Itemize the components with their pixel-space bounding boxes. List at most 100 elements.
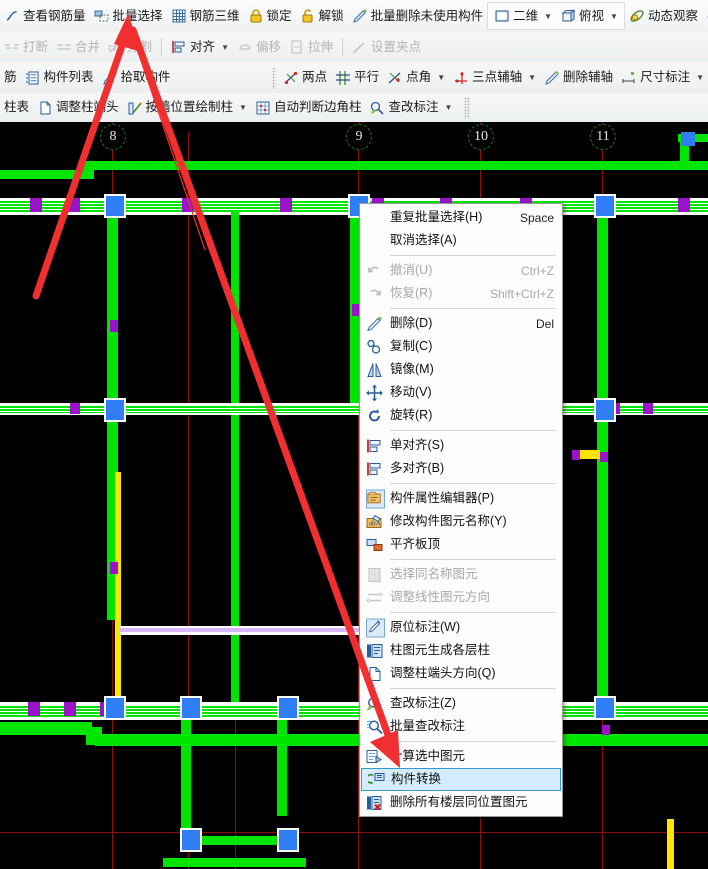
top-view-icon — [560, 8, 576, 24]
batch-select-icon — [94, 8, 110, 24]
tool-merge[interactable]: 合并 — [52, 33, 104, 61]
tool-draw-column-by-wall[interactable]: 按墙位置绘制柱 ▼ — [123, 94, 251, 122]
tool-label: 批量选择 — [112, 8, 163, 23]
wall-marker — [678, 198, 690, 212]
axis-bubble-9[interactable]: 9 — [346, 124, 372, 150]
toolbar-grip[interactable] — [271, 66, 277, 89]
menu-item-component-convert[interactable]: 构件转换 — [361, 768, 561, 791]
tool-rebar-3d[interactable]: 钢筋三维 — [167, 2, 244, 30]
menu-item-label: 柱图元生成各层柱 — [390, 643, 491, 658]
tool-batch-select[interactable]: 批量选择 — [90, 2, 167, 30]
column-fill — [279, 830, 297, 850]
menu-item-delete[interactable]: 删除(D) Del — [360, 312, 562, 335]
tool-unlock[interactable]: 解锁 — [296, 2, 348, 30]
tool-set-grip[interactable]: 设置夹点 — [348, 33, 425, 61]
tool-stretch[interactable]: 拉伸 — [285, 33, 337, 61]
tool-pick-component[interactable]: 拾取构件 — [98, 64, 175, 92]
axis-bubble-11[interactable]: 11 — [590, 124, 616, 150]
column-fill — [106, 400, 124, 420]
menu-item-select-same-name[interactable]: 选择同名称图元 — [360, 563, 562, 586]
menu-item-mirror[interactable]: 镜像(M) — [360, 358, 562, 381]
menu-item-flush-slab-top[interactable]: 平齐板顶 — [360, 533, 562, 556]
toolbar-grip[interactable] — [464, 96, 471, 119]
chevron-down-icon[interactable]: ▼ — [696, 73, 704, 82]
tool-label: 筋 — [4, 70, 17, 85]
tool-view-2d[interactable]: 二维 ▼ — [490, 2, 556, 30]
column-fill — [106, 698, 124, 718]
tool-dimension[interactable]: 尺寸标注 ▼ — [617, 64, 708, 92]
chevron-down-icon[interactable]: ▼ — [610, 12, 618, 21]
chevron-down-icon[interactable]: ▼ — [221, 43, 229, 52]
tool-point-angle[interactable]: 点角 ▼ — [383, 64, 449, 92]
element-marker — [572, 450, 580, 460]
tool-label: 自动判断边角柱 — [273, 100, 362, 115]
tool-dynamic-orbit[interactable]: 动态观察 — [625, 2, 702, 30]
tool-label: 批量删除未使用构件 — [370, 8, 484, 23]
menu-item-label: 选择同名称图元 — [390, 567, 478, 582]
adjust-column-head-icon — [366, 665, 383, 682]
tool-top-view[interactable]: 俯视 ▼ — [556, 2, 622, 30]
wall-marker — [70, 403, 80, 414]
tool-view-rebar-quantity[interactable]: 查看钢筋量 — [0, 2, 90, 30]
menu-item-rotate[interactable]: 旋转(R) — [360, 404, 562, 427]
tool-label: 打断 — [23, 39, 49, 54]
menu-item-check-annotation[interactable]: 查改标注(Z) — [360, 692, 562, 715]
cad-drawing-canvas[interactable]: 8 9 10 11 — [0, 122, 708, 869]
chevron-down-icon[interactable]: ▼ — [528, 73, 536, 82]
toolbar-row-2: 打断 合并 分割 对齐 ▼ 偏移 拉伸 设置夹点 — [0, 32, 708, 62]
tool-label: 按墙位置绘制柱 — [145, 100, 234, 115]
menu-item-repeat-batch-select[interactable]: 重复批量选择(H) Space — [360, 206, 562, 229]
menu-item-generate-columns[interactable]: 柱图元生成各层柱 — [360, 639, 562, 662]
chevron-down-icon[interactable]: ▼ — [544, 12, 552, 21]
menu-item-multi-align[interactable]: 多对齐(B) — [360, 457, 562, 480]
tool-split[interactable]: 分割 — [104, 33, 156, 61]
menu-item-in-place-annotation[interactable]: 原位标注(W) — [360, 616, 562, 639]
tool-align[interactable]: 对齐 ▼ — [167, 33, 233, 61]
menu-item-calculate-selected[interactable]: 计算选中图元 — [360, 745, 562, 768]
tool-component-list[interactable]: 构件列表 — [21, 64, 98, 92]
tool-column-table[interactable]: 柱表 — [0, 94, 33, 122]
tool-adjust-column-end[interactable]: 调整柱端头 — [33, 94, 123, 122]
tool-lock[interactable]: 锁定 — [244, 2, 296, 30]
menu-item-single-align[interactable]: 单对齐(S) — [360, 434, 562, 457]
menu-item-copy[interactable]: 复制(C) — [360, 335, 562, 358]
element-marker — [110, 320, 118, 332]
menu-item-rename-element[interactable]: abA 修改构件图元名称(Y) — [360, 510, 562, 533]
element-marker — [602, 725, 610, 735]
menu-item-label: 修改构件图元名称(Y) — [390, 514, 507, 529]
tool-break[interactable]: 打断 — [0, 33, 52, 61]
menu-item-cancel-select[interactable]: 取消选择(A) — [360, 229, 562, 252]
tool-rebar[interactable]: 筋 — [0, 64, 21, 92]
dimension-icon — [621, 70, 637, 86]
unlock-icon — [300, 8, 316, 24]
tool-local-view[interactable]: 局部 — [702, 2, 708, 30]
menu-item-delete-same-position[interactable]: 删除所有楼层同位置图元 — [360, 791, 562, 814]
chevron-down-icon[interactable]: ▼ — [239, 103, 247, 112]
tool-three-point-axis[interactable]: 三点辅轴 ▼ — [449, 64, 540, 92]
context-menu[interactable]: 重复批量选择(H) Space 取消选择(A) 撤消(U) Ctrl+Z 恢复(… — [359, 203, 563, 817]
toolbar-row-4: 柱表 调整柱端头 按墙位置绘制柱 ▼ 自动判断边角柱 查改标注 ▼ — [0, 93, 708, 122]
menu-item-move[interactable]: 移动(V) — [360, 381, 562, 404]
tool-offset[interactable]: 偏移 — [233, 33, 285, 61]
menu-item-undo[interactable]: 撤消(U) Ctrl+Z — [360, 259, 562, 282]
tool-parallel-axis[interactable]: 平行 — [331, 64, 383, 92]
menu-item-batch-check-annotation[interactable]: 批量查改标注 — [360, 715, 562, 738]
tool-delete-axis[interactable]: 删除辅轴 — [540, 64, 617, 92]
calculate-selected-icon — [366, 748, 383, 765]
axis-bubble-10[interactable]: 10 — [468, 124, 494, 150]
menu-item-redo[interactable]: 恢复(R) Shift+Ctrl+Z — [360, 282, 562, 305]
chevron-down-icon[interactable]: ▼ — [445, 103, 453, 112]
tool-check-edit-annotation[interactable]: 查改标注 ▼ — [365, 94, 456, 122]
axis-bubble-8[interactable]: 8 — [100, 124, 126, 150]
chevron-down-icon[interactable]: ▼ — [437, 73, 445, 82]
menu-item-adjust-linear-direction[interactable]: 调整线性图元方向 — [360, 586, 562, 609]
tool-batch-delete-unused[interactable]: 批量删除未使用构件 — [348, 2, 488, 30]
tool-two-point-axis[interactable]: 两点 — [279, 64, 331, 92]
tool-label: 偏移 — [255, 39, 281, 54]
menu-item-adjust-column-head[interactable]: 调整柱端头方向(Q) — [360, 662, 562, 685]
tool-label: 合并 — [75, 39, 101, 54]
menu-item-property-editor[interactable]: 构件属性编辑器(P) — [360, 487, 562, 510]
axis-bubble-label: 10 — [474, 129, 488, 144]
menu-item-label: 旋转(R) — [390, 408, 433, 423]
tool-auto-corner-column[interactable]: 自动判断边角柱 — [251, 94, 366, 122]
